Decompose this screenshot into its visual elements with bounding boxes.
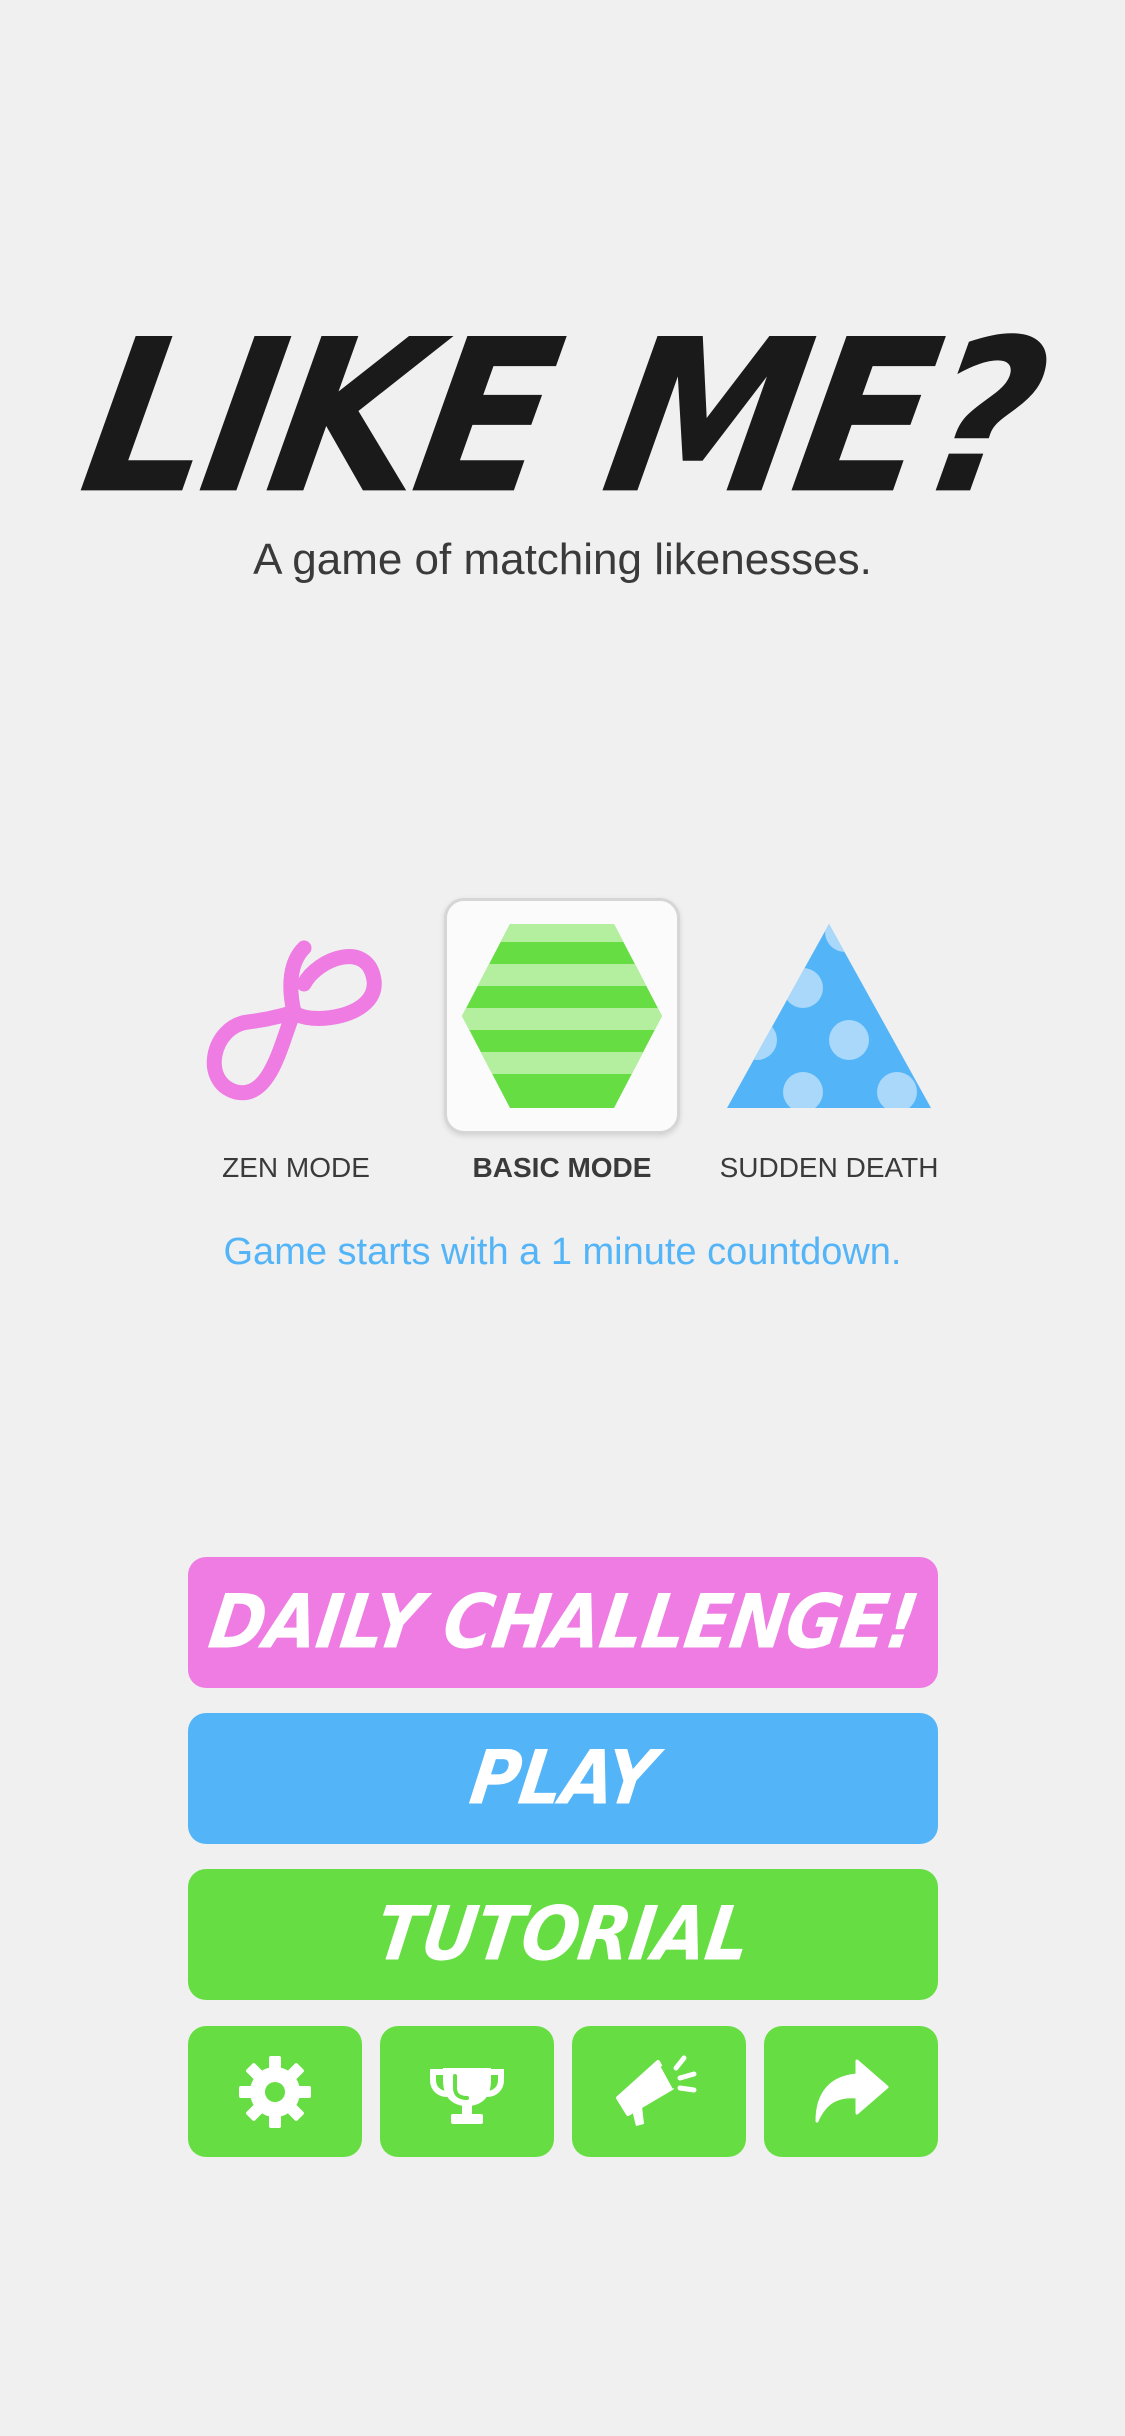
leaderboard-button[interactable] xyxy=(380,2026,554,2157)
app-subtitle: A game of matching likenesses. xyxy=(253,535,872,584)
basic-mode-label: BASIC MODE xyxy=(472,1152,652,1183)
play-button[interactable]: PLAY xyxy=(188,1713,938,1844)
striped-hexagon-icon xyxy=(462,924,662,1108)
daily-challenge-label: DAILY CHALLENGE! xyxy=(203,1579,923,1666)
announcements-button[interactable] xyxy=(572,2026,746,2157)
tutorial-label: TUTORIAL xyxy=(371,1891,755,1978)
play-label: PLAY xyxy=(465,1735,661,1822)
daily-challenge-button[interactable]: DAILY CHALLENGE! xyxy=(188,1557,938,1688)
gear-icon xyxy=(239,2055,311,2128)
dotted-triangle-icon xyxy=(727,924,931,1108)
infinity-icon xyxy=(206,940,382,1101)
sudden-death-mode-option[interactable] xyxy=(711,898,947,1134)
share-button[interactable] xyxy=(764,2026,938,2157)
mode-description: Game starts with a 1 minute countdown. xyxy=(223,1231,902,1273)
settings-button[interactable] xyxy=(188,2026,362,2157)
sudden-death-mode-label: SUDDEN DEATH xyxy=(719,1152,939,1183)
trophy-icon xyxy=(430,2067,504,2124)
zen-mode-option[interactable] xyxy=(178,898,414,1134)
app-title: LIKE ME? xyxy=(67,294,1058,542)
zen-mode-label: ZEN MODE xyxy=(222,1152,370,1183)
megaphone-icon xyxy=(616,2055,697,2126)
tutorial-button[interactable]: TUTORIAL xyxy=(188,1869,938,2000)
basic-mode-option[interactable] xyxy=(444,898,680,1134)
share-icon xyxy=(815,2059,889,2122)
